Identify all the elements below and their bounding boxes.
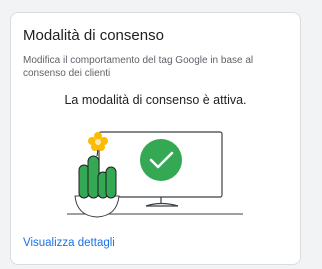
card-title: Modalità di consenso <box>23 27 164 44</box>
consent-status-text: La modalità di consenso è attiva. <box>64 93 247 107</box>
check-circle-icon <box>140 139 182 181</box>
consent-mode-card: Modalità di consenso Modifica il comport… <box>10 12 301 265</box>
card-description: Modifica il comportamento del tag Google… <box>23 55 254 79</box>
consent-illustration <box>67 131 243 218</box>
view-details-link[interactable]: Visualizza dettagli <box>23 237 115 249</box>
